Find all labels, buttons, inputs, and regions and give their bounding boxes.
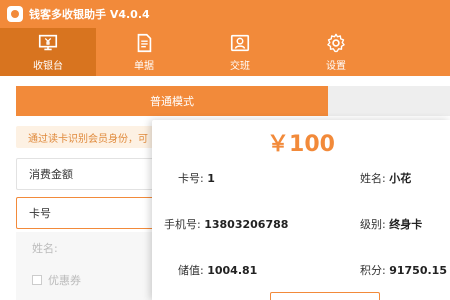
payment-amount: ￥100 [267,132,335,157]
window-title: 钱客多收银助手 V4.0.4 [29,8,150,21]
member-balance: 储值: 1004.81 [178,262,257,278]
tab-normal-mode[interactable]: 普通模式 [16,86,328,116]
handover-icon [230,34,250,52]
member-name-value: 小花 [389,172,412,185]
title-bar: 钱客多收银助手 V4.0.4 [0,0,450,28]
member-phone: 手机号: 13803206788 [164,216,288,232]
mode-tabs: 普通模式 [16,86,450,116]
card-number-field-label: 卡号 [29,207,51,220]
level-label: 级别: [360,218,386,231]
card-number-label: 卡号: [178,172,204,185]
card-number-value: 1 [207,172,215,185]
toolbar-item-receipts[interactable]: 单据 [96,28,192,76]
amount-field-label: 消费金额 [29,168,73,181]
member-name-label: 姓名: [360,172,386,185]
points-label: 积分: [360,264,386,277]
name-label: 姓名: [32,242,58,255]
toolbar-item-settings[interactable]: 设置 [288,28,384,76]
tab-other-mode[interactable] [328,86,450,116]
coupon-label: 优惠券 [48,274,81,287]
yen-register-icon [38,34,58,51]
document-icon [137,33,152,53]
coupon-option[interactable]: 优惠券 [32,272,81,288]
balance-value: 1004.81 [207,264,258,277]
member-name: 姓名: 小花 [360,170,411,186]
toolbar-item-label: 单据 [134,61,154,72]
gear-icon [327,33,345,53]
toolbar-item-cashier[interactable]: 收银台 [0,28,96,76]
balance-label: 储值: [178,264,204,277]
toolbar-item-label: 设置 [326,61,346,72]
level-value: 终身卡 [389,218,423,231]
member-points: 积分: 91750.15 [360,262,447,278]
toolbar-item-handover[interactable]: 交班 [192,28,288,76]
coupon-checkbox[interactable] [32,275,42,285]
app-logo-icon [7,6,23,22]
confirm-button[interactable] [270,292,380,300]
toolbar-item-label: 交班 [230,61,250,72]
toolbar-item-label: 收银台 [33,61,63,72]
phone-value: 13803206788 [204,218,289,231]
member-info-popup: ￥100 卡号: 1 姓名: 小花 手机号: 13803206788 级别: 终… [152,120,450,300]
member-card-number: 卡号: 1 [178,170,215,186]
phone-label: 手机号: [164,218,201,231]
points-value: 91750.15 [389,264,447,277]
main-toolbar: 收银台 单据 交班 设置 [0,28,450,76]
member-level: 级别: 终身卡 [360,216,422,232]
